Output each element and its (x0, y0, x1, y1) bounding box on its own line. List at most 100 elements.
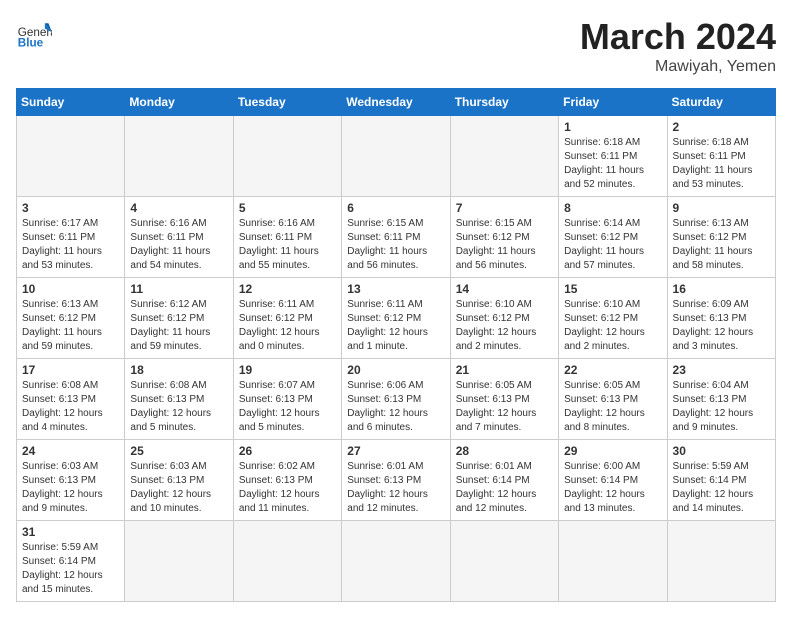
day-number: 12 (239, 282, 336, 296)
day-info: Sunrise: 6:00 AM Sunset: 6:14 PM Dayligh… (564, 460, 661, 516)
calendar-cell: 11 Sunrise: 6:12 AM Sunset: 6:12 PM Dayli… (125, 278, 233, 359)
day-number: 17 (22, 363, 119, 377)
calendar-cell: 21 Sunrise: 6:05 AM Sunset: 6:13 PM Dayli… (450, 359, 558, 440)
calendar-cell: 31Sunrise: 5:59 AM Sunset: 6:14 PM Dayli… (17, 521, 125, 602)
calendar-cell: 28 Sunrise: 6:01 AM Sunset: 6:14 PM Dayli… (450, 440, 558, 521)
calendar-cell: 15 Sunrise: 6:10 AM Sunset: 6:12 PM Dayli… (559, 278, 667, 359)
calendar-cell (233, 521, 341, 602)
weekday-header-tuesday: Tuesday (233, 89, 341, 116)
day-info: Sunrise: 6:02 AM Sunset: 6:13 PM Dayligh… (239, 460, 336, 516)
calendar-cell: 3Sunrise: 6:17 AM Sunset: 6:11 PM Daylig… (17, 197, 125, 278)
weekday-header-wednesday: Wednesday (342, 89, 450, 116)
day-info: Sunrise: 6:16 AM Sunset: 6:11 PM Dayligh… (130, 217, 227, 273)
day-number: 10 (22, 282, 119, 296)
day-info: Sunrise: 6:08 AM Sunset: 6:13 PM Dayligh… (22, 379, 119, 435)
calendar-cell (125, 116, 233, 197)
weekday-header-friday: Friday (559, 89, 667, 116)
day-number: 23 (673, 363, 770, 377)
day-info: Sunrise: 6:15 AM Sunset: 6:12 PM Dayligh… (456, 217, 553, 273)
calendar-cell: 9 Sunrise: 6:13 AM Sunset: 6:12 PM Daylig… (667, 197, 775, 278)
day-number: 16 (673, 282, 770, 296)
day-info: Sunrise: 5:59 AM Sunset: 6:14 PM Dayligh… (22, 541, 119, 597)
day-number: 26 (239, 444, 336, 458)
day-info: Sunrise: 6:18 AM Sunset: 6:11 PM Dayligh… (564, 136, 661, 192)
day-info: Sunrise: 6:12 AM Sunset: 6:12 PM Dayligh… (130, 298, 227, 354)
calendar-cell (559, 521, 667, 602)
calendar-cell (667, 521, 775, 602)
logo-icon: General Blue (16, 16, 52, 52)
calendar-cell: 16 Sunrise: 6:09 AM Sunset: 6:13 PM Dayli… (667, 278, 775, 359)
calendar-cell: 2 Sunrise: 6:18 AM Sunset: 6:11 PM Daylig… (667, 116, 775, 197)
day-info: Sunrise: 6:01 AM Sunset: 6:14 PM Dayligh… (456, 460, 553, 516)
day-number: 8 (564, 201, 661, 215)
day-number: 2 (673, 120, 770, 134)
day-number: 29 (564, 444, 661, 458)
day-number: 30 (673, 444, 770, 458)
day-number: 25 (130, 444, 227, 458)
day-number: 3 (22, 201, 119, 215)
calendar-cell: 25 Sunrise: 6:03 AM Sunset: 6:13 PM Dayli… (125, 440, 233, 521)
location-label: Mawiyah, Yemen (580, 58, 776, 76)
day-info: Sunrise: 6:13 AM Sunset: 6:12 PM Dayligh… (22, 298, 119, 354)
month-year-title: March 2024 (580, 16, 776, 58)
day-info: Sunrise: 6:14 AM Sunset: 6:12 PM Dayligh… (564, 217, 661, 273)
calendar-cell: 1 Sunrise: 6:18 AM Sunset: 6:11 PM Daylig… (559, 116, 667, 197)
calendar-table: SundayMondayTuesdayWednesdayThursdayFrid… (16, 88, 776, 602)
calendar-cell: 20Sunrise: 6:06 AM Sunset: 6:13 PM Dayli… (342, 359, 450, 440)
calendar-cell: 10 Sunrise: 6:13 AM Sunset: 6:12 PM Dayli… (17, 278, 125, 359)
calendar-cell: 18Sunrise: 6:08 AM Sunset: 6:13 PM Dayli… (125, 359, 233, 440)
calendar-cell: 14 Sunrise: 6:10 AM Sunset: 6:12 PM Dayli… (450, 278, 558, 359)
calendar-cell: 30 Sunrise: 5:59 AM Sunset: 6:14 PM Dayli… (667, 440, 775, 521)
calendar-cell: 24 Sunrise: 6:03 AM Sunset: 6:13 PM Dayli… (17, 440, 125, 521)
calendar-cell: 17 Sunrise: 6:08 AM Sunset: 6:13 PM Dayli… (17, 359, 125, 440)
day-info: Sunrise: 6:09 AM Sunset: 6:13 PM Dayligh… (673, 298, 770, 354)
day-number: 28 (456, 444, 553, 458)
calendar-cell: 8 Sunrise: 6:14 AM Sunset: 6:12 PM Daylig… (559, 197, 667, 278)
logo: General Blue (16, 16, 52, 52)
day-info: Sunrise: 6:08 AM Sunset: 6:13 PM Dayligh… (130, 379, 227, 435)
calendar-cell: 26 Sunrise: 6:02 AM Sunset: 6:13 PM Dayli… (233, 440, 341, 521)
calendar-cell: 5Sunrise: 6:16 AM Sunset: 6:11 PM Daylig… (233, 197, 341, 278)
svg-text:Blue: Blue (18, 37, 44, 50)
day-number: 15 (564, 282, 661, 296)
day-info: Sunrise: 6:10 AM Sunset: 6:12 PM Dayligh… (456, 298, 553, 354)
day-info: Sunrise: 6:13 AM Sunset: 6:12 PM Dayligh… (673, 217, 770, 273)
day-info: Sunrise: 6:04 AM Sunset: 6:13 PM Dayligh… (673, 379, 770, 435)
title-area: March 2024 Mawiyah, Yemen (580, 16, 776, 76)
day-info: Sunrise: 6:03 AM Sunset: 6:13 PM Dayligh… (130, 460, 227, 516)
day-number: 14 (456, 282, 553, 296)
day-number: 1 (564, 120, 661, 134)
day-number: 11 (130, 282, 227, 296)
calendar-cell: 6Sunrise: 6:15 AM Sunset: 6:11 PM Daylig… (342, 197, 450, 278)
day-info: Sunrise: 6:03 AM Sunset: 6:13 PM Dayligh… (22, 460, 119, 516)
day-info: Sunrise: 6:11 AM Sunset: 6:12 PM Dayligh… (239, 298, 336, 354)
day-number: 24 (22, 444, 119, 458)
weekday-header-monday: Monday (125, 89, 233, 116)
calendar-cell (233, 116, 341, 197)
day-info: Sunrise: 6:01 AM Sunset: 6:13 PM Dayligh… (347, 460, 444, 516)
day-info: Sunrise: 6:06 AM Sunset: 6:13 PM Dayligh… (347, 379, 444, 435)
day-number: 27 (347, 444, 444, 458)
weekday-header-thursday: Thursday (450, 89, 558, 116)
calendar-cell: 13Sunrise: 6:11 AM Sunset: 6:12 PM Dayli… (342, 278, 450, 359)
calendar-cell: 19Sunrise: 6:07 AM Sunset: 6:13 PM Dayli… (233, 359, 341, 440)
day-number: 9 (673, 201, 770, 215)
calendar-cell (342, 521, 450, 602)
day-number: 13 (347, 282, 444, 296)
calendar-cell: 22 Sunrise: 6:05 AM Sunset: 6:13 PM Dayli… (559, 359, 667, 440)
day-info: Sunrise: 6:15 AM Sunset: 6:11 PM Dayligh… (347, 217, 444, 273)
day-number: 22 (564, 363, 661, 377)
day-info: Sunrise: 6:05 AM Sunset: 6:13 PM Dayligh… (564, 379, 661, 435)
day-info: Sunrise: 6:05 AM Sunset: 6:13 PM Dayligh… (456, 379, 553, 435)
calendar-cell: 23 Sunrise: 6:04 AM Sunset: 6:13 PM Dayli… (667, 359, 775, 440)
day-info: Sunrise: 6:10 AM Sunset: 6:12 PM Dayligh… (564, 298, 661, 354)
calendar-cell: 27 Sunrise: 6:01 AM Sunset: 6:13 PM Dayli… (342, 440, 450, 521)
calendar-cell (450, 116, 558, 197)
header: General Blue March 2024 Mawiyah, Yemen (16, 16, 776, 76)
day-info: Sunrise: 6:16 AM Sunset: 6:11 PM Dayligh… (239, 217, 336, 273)
day-info: Sunrise: 5:59 AM Sunset: 6:14 PM Dayligh… (673, 460, 770, 516)
weekday-header-saturday: Saturday (667, 89, 775, 116)
calendar-cell: 7Sunrise: 6:15 AM Sunset: 6:12 PM Daylig… (450, 197, 558, 278)
day-info: Sunrise: 6:18 AM Sunset: 6:11 PM Dayligh… (673, 136, 770, 192)
day-number: 21 (456, 363, 553, 377)
